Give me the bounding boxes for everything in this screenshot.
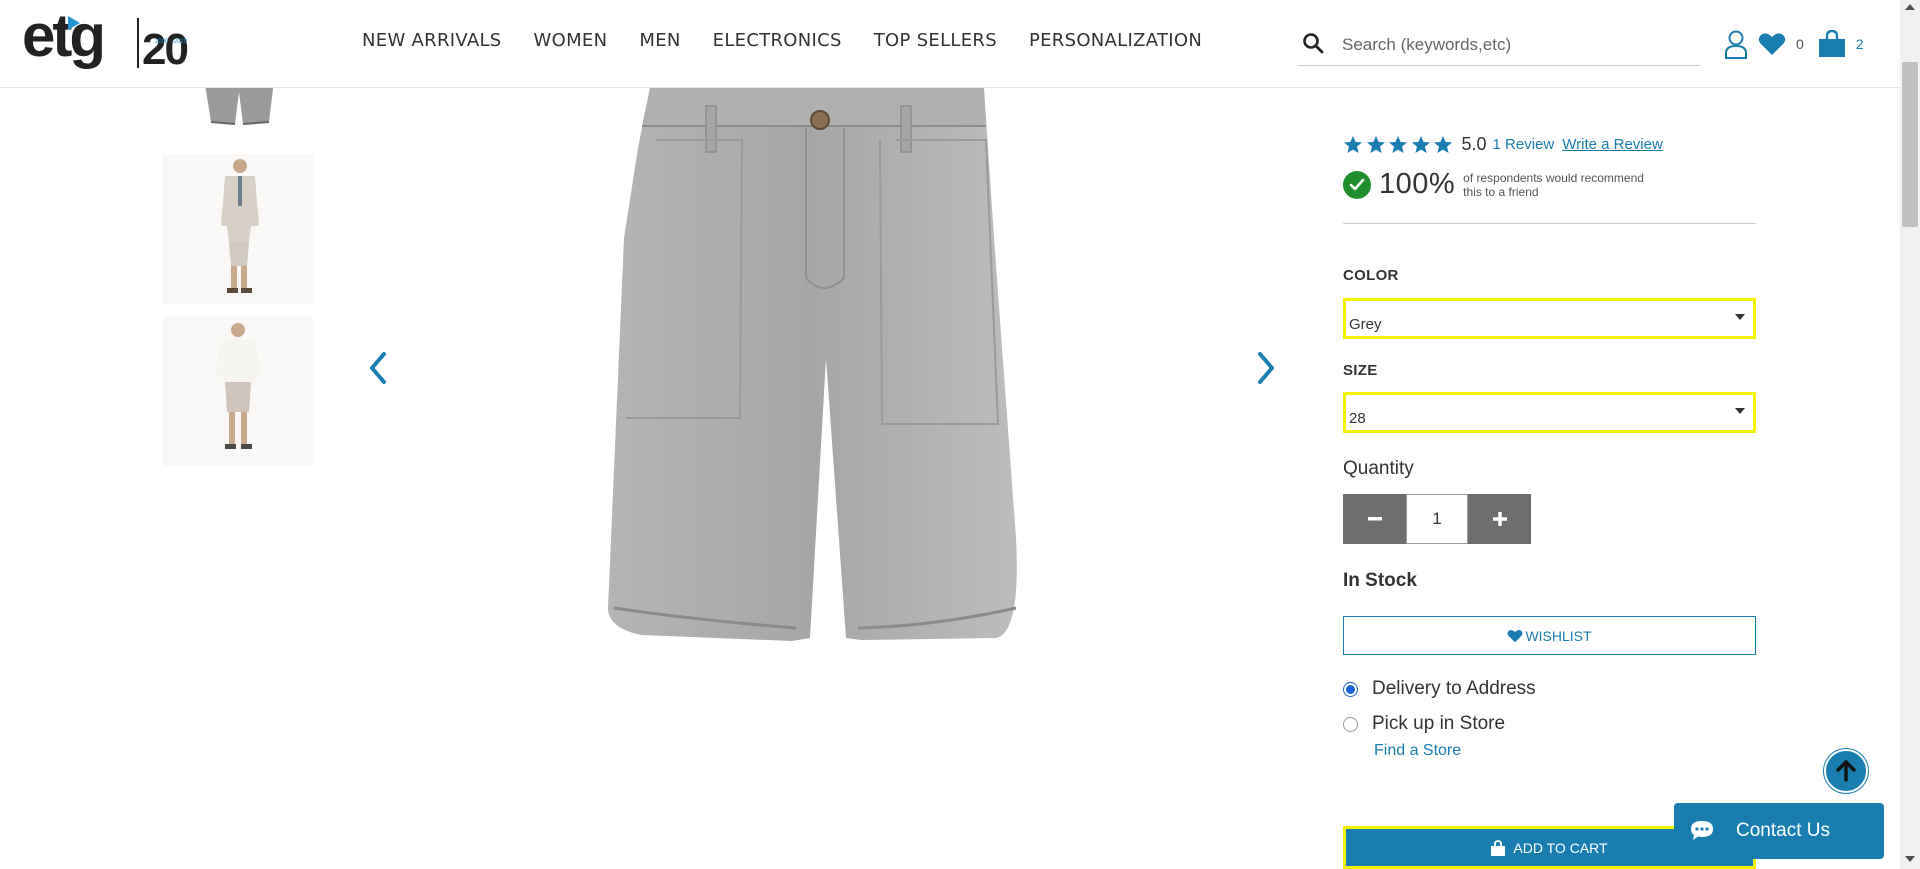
pickup-option-label: Pick up in Store [1372, 713, 1506, 734]
chat-bubble-icon [1690, 820, 1714, 842]
add-to-cart-label: ADD TO CART [1513, 839, 1608, 856]
nav-new-arrivals[interactable]: NEW ARRIVALS [362, 30, 502, 51]
main-nav: NEW ARRIVALS WOMEN MEN ELECTRONICS TOP S… [362, 30, 1234, 51]
wishlist-button[interactable]: WISHLIST [1343, 616, 1756, 655]
color-label: COLOR [1343, 267, 1399, 284]
scroll-down-arrow[interactable] [1905, 856, 1915, 862]
star-icon [1389, 135, 1407, 153]
thumbnail-model-suit[interactable] [163, 154, 313, 304]
bag-icon [1491, 839, 1506, 856]
minus-icon [1367, 517, 1382, 521]
reviews-link[interactable]: 1 Review [1493, 136, 1555, 153]
rating-value: 5.0 [1461, 134, 1487, 154]
rating-summary: 5.0 1 Review Write a Review [1343, 134, 1663, 155]
decrease-quantity-button[interactable] [1343, 494, 1406, 544]
star-icon [1434, 135, 1452, 153]
quantity-stepper [1343, 494, 1531, 544]
thumbnail-model-shirt[interactable] [163, 316, 313, 466]
stock-status: In Stock [1343, 570, 1417, 591]
nav-personalization[interactable]: PERSONALIZATION [1029, 30, 1202, 51]
delivery-option-label: Delivery to Address [1372, 678, 1536, 699]
etg-logo[interactable]: etg 20 2000 - 2020 [22, 2, 200, 84]
nav-top-sellers[interactable]: TOP SELLERS [874, 30, 997, 51]
recommend-text: of respondents would recommend this to a… [1463, 170, 1644, 199]
plus-icon [1492, 512, 1507, 526]
search-bar [1298, 24, 1700, 66]
scroll-thumb[interactable] [1902, 62, 1918, 227]
increase-quantity-button[interactable] [1468, 494, 1531, 544]
nav-electronics[interactable]: ELECTRONICS [713, 30, 842, 51]
account-icon[interactable] [1724, 29, 1748, 59]
divider [1343, 223, 1756, 224]
nav-men[interactable]: MEN [639, 30, 680, 51]
star-icon [1411, 135, 1430, 153]
logo-years-text: 2000 - 2020 [155, 39, 188, 45]
search-input[interactable] [1342, 34, 1682, 55]
caret-down-icon [1735, 408, 1745, 414]
logo-brand-text: etg [22, 6, 103, 69]
wishlist-count: 0 [1796, 36, 1804, 52]
star-icon [1366, 135, 1385, 153]
pickup-radio[interactable] [1343, 716, 1358, 732]
arrow-up-icon [1836, 760, 1856, 782]
heart-icon [1507, 629, 1523, 642]
site-header: etg 20 2000 - 2020 NEW ARRIVALS WOMEN ME… [0, 0, 1900, 88]
check-circle-icon [1343, 170, 1371, 199]
contact-us-label: Contact Us [1736, 820, 1830, 841]
shopping-bag-icon[interactable] [1818, 30, 1846, 58]
recommendation-summary: 100% of respondents would recommend this… [1343, 168, 1653, 201]
back-to-top-button[interactable] [1824, 749, 1868, 793]
delivery-radio[interactable] [1343, 681, 1358, 697]
logo-anniversary-text: 20 [142, 25, 187, 74]
delivery-to-address-option[interactable]: Delivery to Address [1343, 678, 1536, 700]
quantity-input[interactable] [1406, 494, 1468, 544]
nav-women[interactable]: WOMEN [534, 30, 608, 51]
wishlist-button-label: WISHLIST [1525, 627, 1592, 644]
next-image-arrow[interactable] [1250, 348, 1282, 388]
contact-us-button[interactable]: Contact Us [1674, 803, 1884, 859]
star-icon [1344, 135, 1362, 153]
color-select[interactable]: Grey [1343, 298, 1756, 339]
wishlist-heart-icon[interactable] [1758, 32, 1786, 56]
size-select[interactable]: 28 [1343, 392, 1756, 433]
size-selected-value: 28 [1349, 410, 1366, 427]
recommend-percent: 100% [1379, 168, 1456, 200]
previous-image-arrow[interactable] [362, 348, 394, 388]
product-main-image[interactable] [596, 88, 1056, 648]
page-scrollbar[interactable] [1900, 0, 1920, 869]
size-label: SIZE [1343, 362, 1378, 379]
star-rating [1343, 135, 1456, 155]
color-selected-value: Grey [1349, 316, 1382, 333]
pickup-in-store-option[interactable]: Pick up in Store [1343, 713, 1505, 735]
quantity-label: Quantity [1343, 458, 1414, 479]
search-icon[interactable] [1302, 32, 1328, 58]
find-store-link[interactable]: Find a Store [1374, 742, 1461, 760]
write-review-link[interactable]: Write a Review [1562, 136, 1663, 153]
scroll-up-arrow[interactable] [1905, 4, 1915, 10]
cart-count: 2 [1855, 36, 1864, 52]
header-actions: 0 2 [1724, 24, 1878, 64]
caret-down-icon [1735, 314, 1745, 320]
